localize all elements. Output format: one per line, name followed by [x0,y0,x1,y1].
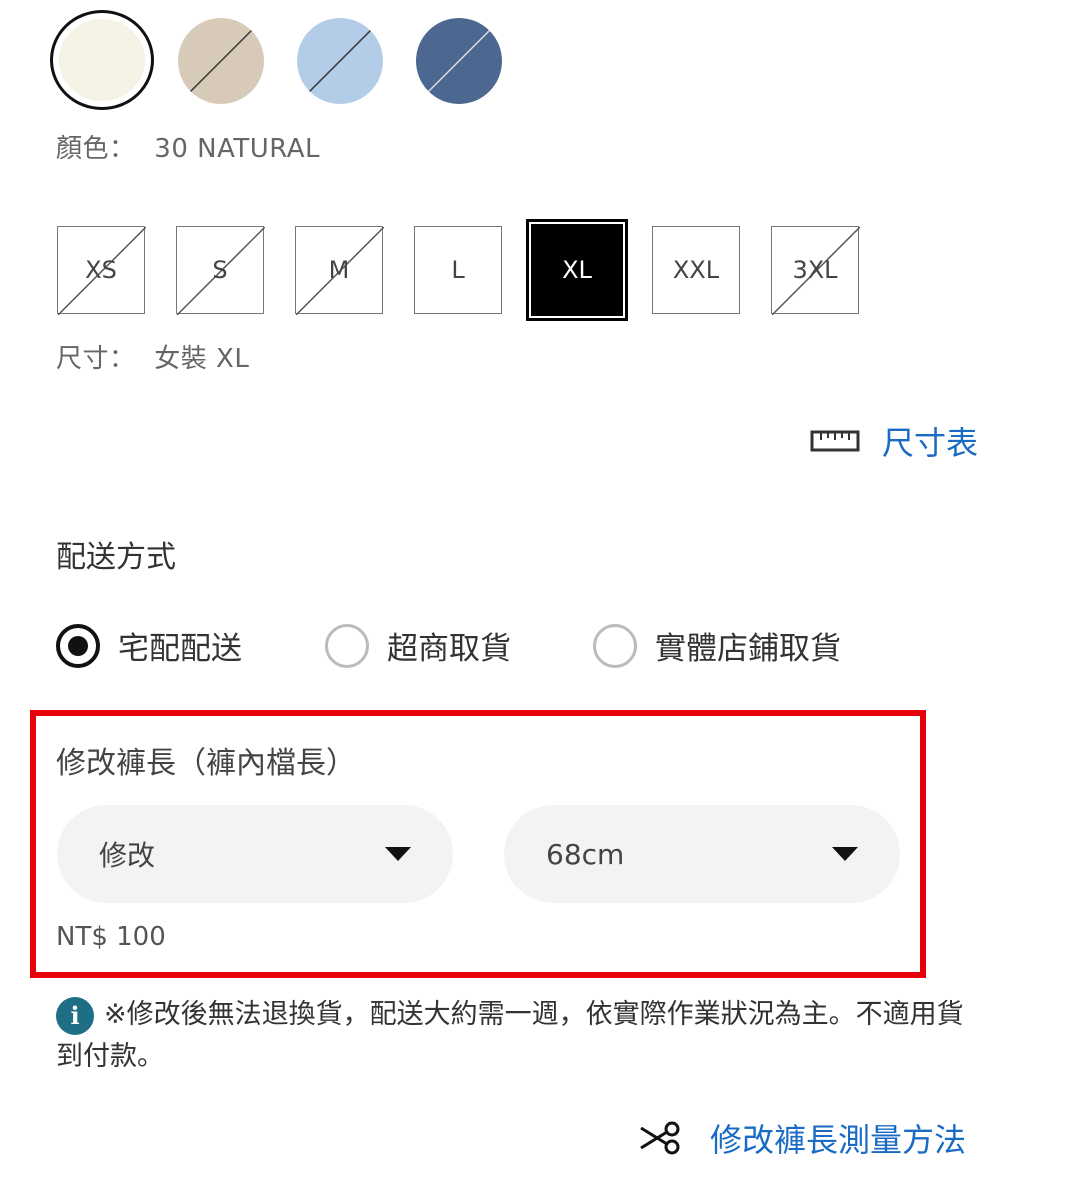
notice-text: ※修改後無法退換貨，配送大約需一週，依實際作業狀況為主。不適用貨到付款。 [56,999,964,1072]
hemming-length-select[interactable]: 68cm [504,805,900,903]
hemming-measure-link[interactable]: 修改褲長測量方法 [638,1115,966,1161]
unavailable-slash-icon [304,25,376,97]
caret-down-icon [385,847,411,861]
unavailable-slash-icon [185,25,257,97]
size-option-l[interactable]: L [414,226,502,314]
color-swatch-beige[interactable] [178,18,264,104]
size-label: 尺寸： [56,344,136,374]
radio-unselected-icon [325,623,369,668]
delivery-option-convenience-store[interactable]: 超商取貨 [325,623,511,668]
color-value: 30 NATURAL [154,134,321,164]
hemming-notice: i ※修改後無法退換貨，配送大約需一週，依實際作業狀況為主。不適用貨到付款。 [56,994,986,1078]
hemming-mode-select[interactable]: 修改 [57,805,453,903]
delivery-title: 配送方式 [56,540,176,575]
delivery-option-home[interactable]: 宅配配送 [56,623,242,668]
size-chart-link[interactable]: 尺寸表 [810,418,978,464]
hemming-price: NT$ 100 [56,922,166,952]
size-option-xl[interactable]: XL [526,219,628,321]
radio-selected-icon [56,623,100,668]
delivery-option-label: 超商取貨 [387,631,511,667]
color-swatch-denim[interactable] [416,18,502,104]
radio-unselected-icon [593,623,637,668]
size-option-3xl[interactable]: 3XL [771,226,860,315]
size-option-m[interactable]: M [295,226,384,315]
color-swatch-natural[interactable] [50,10,154,110]
color-label: 顏色： [56,134,136,164]
size-option-xxl[interactable]: XXL [652,226,740,314]
caret-down-icon [832,847,858,861]
hemming-length-value: 68cm [546,837,625,871]
delivery-option-label: 實體店鋪取貨 [655,631,841,667]
size-option-s[interactable]: S [176,226,265,315]
size-option-xs[interactable]: XS [57,226,146,315]
hemming-title: 修改褲長（褲內檔長） [56,746,356,781]
size-caption: 尺寸： 女裝 XL [56,338,249,375]
info-icon: i [56,996,94,1035]
hemming-mode-value: 修改 [99,839,156,872]
scissors-icon [640,1121,680,1155]
color-caption: 顏色： 30 NATURAL [56,128,320,165]
size-value: 女裝 XL [154,344,250,374]
delivery-option-store-pickup[interactable]: 實體店鋪取貨 [593,623,841,668]
measure-link-label: 修改褲長測量方法 [710,1121,967,1159]
ruler-icon [810,430,860,452]
delivery-option-label: 宅配配送 [118,631,242,667]
size-chart-label: 尺寸表 [882,424,979,462]
color-swatch-light-blue[interactable] [297,18,383,104]
unavailable-slash-icon [423,25,495,97]
